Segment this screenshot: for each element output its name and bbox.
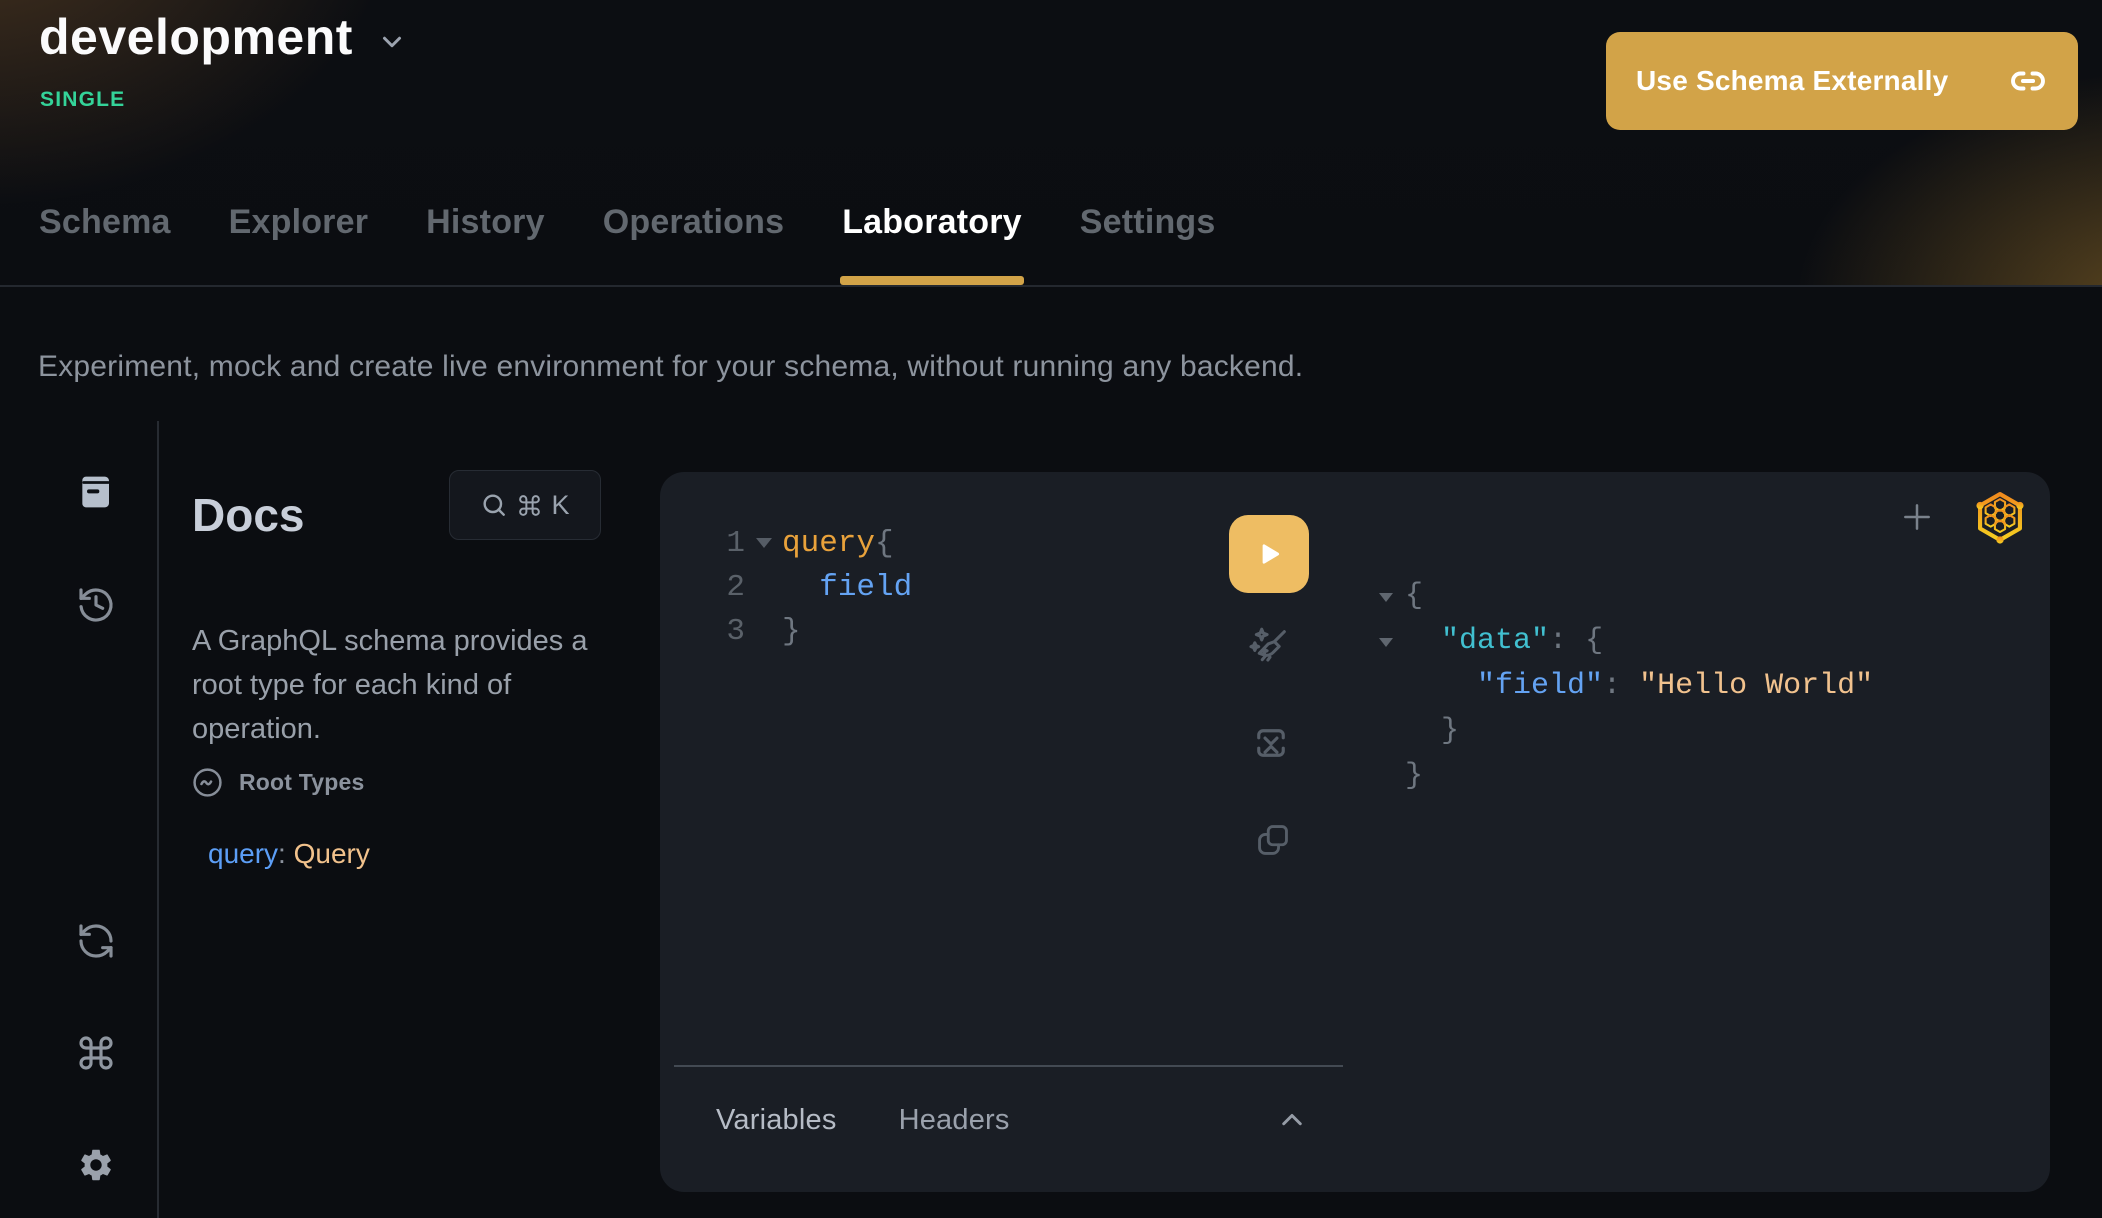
- graphiql-editor-panel: 1 query{ 2 field 3 }: [660, 472, 2050, 1192]
- docs-search-button[interactable]: K: [449, 470, 601, 540]
- indent: [1405, 714, 1441, 748]
- fold-toggle[interactable]: [745, 538, 782, 548]
- close-brace: }: [782, 614, 801, 649]
- root-type-type-name[interactable]: Query: [294, 838, 370, 869]
- editor-bottom-divider: [674, 1065, 1343, 1067]
- docs-book-icon: [76, 472, 116, 512]
- response-line-1: {: [1365, 573, 1873, 618]
- tab-schema[interactable]: Schema: [39, 203, 171, 287]
- close-brace: }: [1441, 714, 1459, 748]
- collapse-toggle[interactable]: [1365, 635, 1393, 647]
- chevron-up-icon: [1274, 1102, 1310, 1138]
- response-line-5: }: [1365, 753, 1873, 798]
- prettify-sparkle-broom-icon: [1246, 624, 1292, 670]
- history-icon: [76, 585, 116, 625]
- open-brace: {: [1585, 624, 1603, 658]
- docs-panel-title: Docs: [192, 488, 304, 542]
- open-brace: {: [875, 526, 894, 561]
- field-key: "field": [1477, 669, 1603, 703]
- tab-settings[interactable]: Settings: [1080, 203, 1216, 287]
- root-types-label: Root Types: [239, 769, 365, 796]
- link-icon: [2010, 63, 2046, 99]
- colon: :: [1603, 669, 1639, 703]
- keyboard-shortcuts-sidebar-button[interactable]: [76, 1033, 116, 1073]
- root-type-query-link[interactable]: query: Query: [208, 838, 370, 870]
- fold-triangle-icon: [756, 538, 772, 548]
- line-number: 1: [660, 526, 745, 561]
- refresh-icon: [76, 921, 116, 961]
- settings-sidebar-button[interactable]: [76, 1145, 116, 1185]
- prettify-button[interactable]: [1246, 624, 1292, 670]
- root-type-field-name[interactable]: query: [208, 838, 278, 869]
- line-number: 2: [660, 570, 745, 605]
- close-brace: }: [1405, 759, 1423, 793]
- copy-query-button[interactable]: [1250, 817, 1296, 863]
- query-keyword: query: [782, 526, 875, 561]
- project-title: development: [39, 8, 353, 66]
- root-types-icon: [191, 766, 224, 799]
- fold-triangle-icon: [1379, 638, 1393, 647]
- query-line-1[interactable]: 1 query{: [660, 521, 912, 565]
- laboratory-description: Experiment, mock and create live environ…: [38, 350, 1303, 384]
- command-icon: [76, 1033, 116, 1073]
- merge-icon: [1250, 722, 1292, 764]
- command-key-icon: [517, 493, 542, 518]
- tab-explorer[interactable]: Explorer: [229, 203, 369, 287]
- collapse-secondary-editor-button[interactable]: [1268, 1098, 1316, 1142]
- field-value: "Hello World": [1639, 669, 1873, 703]
- tab-laboratory[interactable]: Laboratory: [842, 203, 1022, 287]
- reload-schema-sidebar-button[interactable]: [76, 921, 116, 961]
- add-tab-button[interactable]: [1896, 496, 1938, 538]
- copy-icon: [1254, 821, 1292, 859]
- execute-query-button[interactable]: [1229, 515, 1309, 593]
- query-editor[interactable]: 1 query{ 2 field 3 }: [660, 521, 912, 653]
- fold-triangle-icon: [1379, 593, 1393, 602]
- line-number: 3: [660, 614, 745, 649]
- page-header: development SINGLE Use Schema Externally…: [0, 0, 2102, 287]
- query-line-3[interactable]: 3 }: [660, 609, 912, 653]
- tab-headers[interactable]: Headers: [899, 1104, 1010, 1137]
- root-types-section: Root Types: [191, 766, 365, 799]
- history-sidebar-button[interactable]: [76, 585, 116, 625]
- use-schema-button-label: Use Schema Externally: [1636, 65, 1948, 97]
- data-key: "data": [1441, 624, 1549, 658]
- search-shortcut-key: K: [551, 490, 569, 521]
- indent: [1405, 669, 1477, 703]
- query-line-2[interactable]: 2 field: [660, 565, 912, 609]
- colon: :: [1549, 624, 1585, 658]
- indent: [1405, 624, 1441, 658]
- tab-history[interactable]: History: [426, 203, 545, 287]
- environment-badge: SINGLE: [40, 88, 125, 112]
- graphql-hive-logo-icon: [1969, 487, 2031, 547]
- open-brace: {: [1405, 579, 1423, 613]
- tab-variables[interactable]: Variables: [716, 1104, 837, 1137]
- play-icon: [1252, 537, 1286, 571]
- indent: [782, 570, 819, 605]
- plus-icon: [1897, 497, 1937, 537]
- secondary-editor-tabs: Variables Headers: [716, 1104, 1010, 1137]
- response-line-4: }: [1365, 708, 1873, 753]
- chevron-down-icon[interactable]: [377, 27, 407, 57]
- search-icon: [480, 491, 508, 519]
- docs-sidebar-button[interactable]: [76, 472, 116, 512]
- use-schema-externally-button[interactable]: Use Schema Externally: [1606, 32, 2078, 130]
- response-viewer: { "data": { "field": "Hello World" } }: [1365, 573, 1873, 798]
- response-line-2: "data": {: [1365, 618, 1873, 663]
- laboratory-page: development SINGLE Use Schema Externally…: [0, 0, 2102, 1218]
- target-tabs: Schema Explorer History Operations Labor…: [39, 203, 1216, 287]
- tab-operations[interactable]: Operations: [603, 203, 784, 287]
- sidebar-divider: [157, 421, 159, 1218]
- collapse-toggle[interactable]: [1365, 590, 1393, 602]
- field-token: field: [819, 570, 912, 605]
- schema-description: A GraphQL schema provides a root type fo…: [192, 619, 628, 751]
- response-line-3: "field": "Hello World": [1365, 663, 1873, 708]
- project-selector[interactable]: development: [39, 8, 407, 66]
- root-type-separator: :: [278, 838, 294, 869]
- settings-gear-icon: [77, 1146, 115, 1184]
- merge-fragments-button[interactable]: [1248, 720, 1294, 766]
